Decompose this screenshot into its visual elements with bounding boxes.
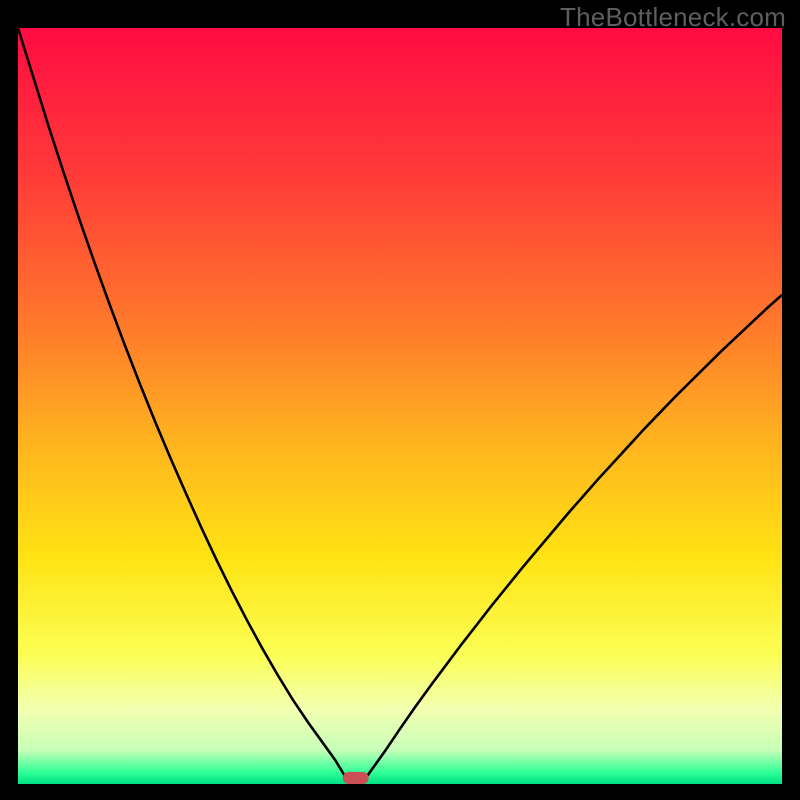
optimum-marker [343,772,369,784]
bottleneck-chart [18,28,782,784]
chart-root: TheBottleneck.com [0,0,800,800]
